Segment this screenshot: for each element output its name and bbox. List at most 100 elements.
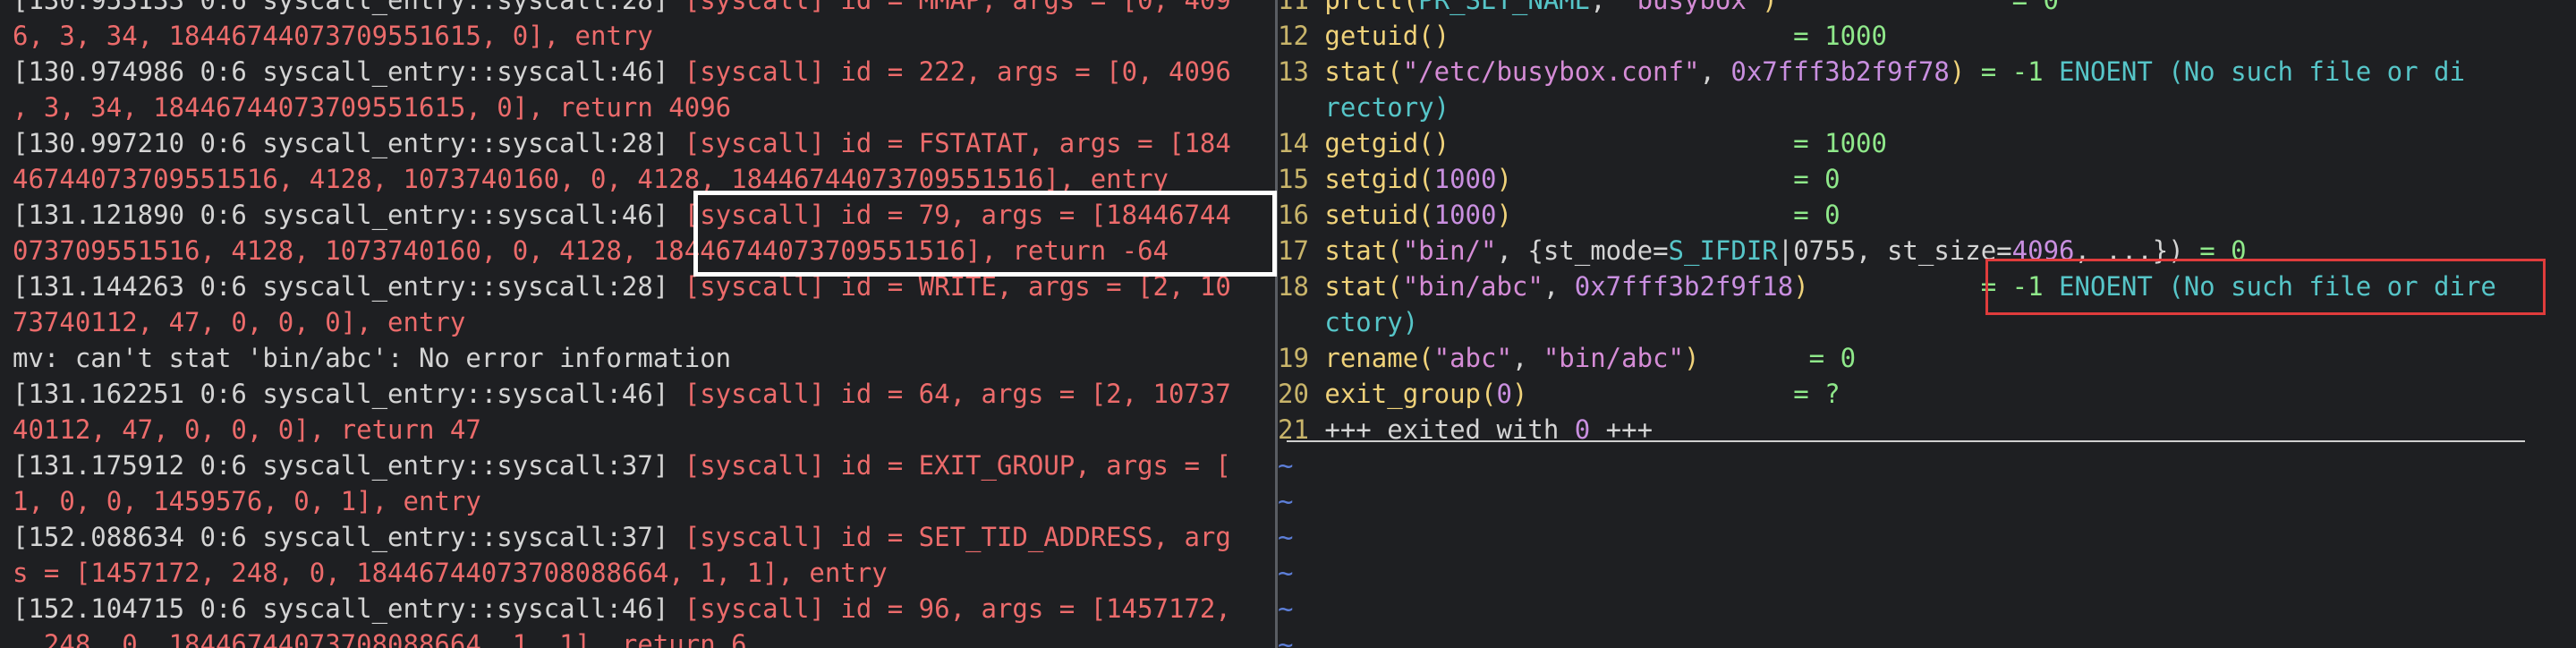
text-segment: [syscall] id = SET_TID_ADDRESS, arg: [684, 522, 1231, 552]
text-segment: exit_group(: [1324, 379, 1497, 409]
text-segment: [syscall] id = 64, args = [2, 10737: [684, 379, 1231, 409]
text-segment: getgid(): [1324, 128, 1450, 158]
text-segment: 18: [1278, 271, 1325, 302]
text-segment: ): [1762, 0, 1778, 15]
text-segment: ENOENT (No such file or di: [2059, 56, 2465, 87]
text-segment: [131.162251 0:6 syscall_entry::syscall:4…: [13, 379, 684, 409]
text-segment: = 0: [1511, 200, 1841, 230]
text-segment: ): [1793, 271, 1809, 302]
text-segment: rename(: [1324, 343, 1434, 373]
text-segment: [syscall] id = FSTATAT, args = [184: [684, 128, 1231, 158]
log-line: 1, 0, 0, 1459576, 0, 1], entry: [13, 483, 481, 519]
text-segment: 0x7fff3b2f9f18: [1574, 271, 1794, 302]
text-segment: 1000: [1433, 200, 1497, 230]
text-segment: ,: [1699, 56, 1731, 87]
log-line: , 248, 0, 18446744073708088664, 1, 1], r…: [13, 627, 747, 648]
text-segment: 17: [1278, 235, 1325, 266]
text-segment: rectory): [1324, 92, 1450, 123]
text-segment: = 1000: [1450, 21, 1887, 51]
text-segment: 12: [1278, 21, 1325, 51]
text-segment: ,: [1511, 343, 1543, 373]
text-segment: ): [1496, 164, 1512, 194]
text-segment: [1278, 92, 1324, 123]
log-line: mv: can't stat 'bin/abc': No error infor…: [13, 340, 731, 376]
log-line: [131.162251 0:6 syscall_entry::syscall:4…: [13, 376, 1231, 412]
text-segment: |0755, st_size=: [1777, 235, 2012, 266]
text-segment: ctory): [1324, 307, 1419, 337]
log-line: [152.088634 0:6 syscall_entry::syscall:3…: [13, 519, 1231, 555]
log-line: [130.953133 0:6 syscall_entry::syscall:2…: [13, 0, 1231, 18]
text-segment: ,: [1543, 271, 1575, 302]
text-segment: getuid(): [1324, 21, 1450, 51]
text-segment: "bin/abc": [1402, 271, 1543, 302]
editor-line: 15 setgid(1000) = 0: [1278, 161, 1841, 197]
text-segment: 0: [1496, 379, 1512, 409]
editor-line: 12 getuid() = 1000: [1278, 18, 1887, 54]
text-segment: prctl(: [1324, 0, 1419, 15]
text-segment: stat(: [1324, 271, 1403, 302]
text-segment: 14: [1278, 128, 1325, 158]
text-segment: 0x7fff3b2f9f78: [1730, 56, 1950, 87]
editor-line: ~: [1278, 591, 1293, 627]
editor-line: 14 getgid() = 1000: [1278, 125, 1887, 161]
text-segment: 40112, 47, 0, 0, 0], return 47: [13, 414, 481, 445]
highlight-box-syscall-79: [693, 191, 1277, 277]
text-segment: 1000: [1433, 164, 1497, 194]
text-segment: "bin/abc": [1543, 343, 1684, 373]
editor-line: ~: [1278, 483, 1293, 519]
text-segment: [1278, 307, 1324, 337]
text-segment: = 0: [1777, 0, 2060, 15]
log-line: 73740112, 47, 0, 0, 0], entry: [13, 304, 465, 340]
editor-line: ~: [1278, 627, 1293, 648]
text-segment: 20: [1278, 379, 1325, 409]
log-line: 6, 3, 34, 18446744073709551615, 0], entr…: [13, 18, 653, 54]
text-segment: 16: [1278, 200, 1325, 230]
editor-line: ~: [1278, 519, 1293, 555]
text-segment: ): [1683, 343, 1700, 373]
text-segment: mv: can't stat 'bin/abc': No error infor…: [13, 343, 732, 373]
text-segment: [131.144263 0:6 syscall_entry::syscall:2…: [13, 271, 684, 302]
text-segment: ): [1511, 379, 1528, 409]
text-segment: S_IFDIR: [1668, 235, 1778, 266]
log-line: [131.175912 0:6 syscall_entry::syscall:3…: [13, 448, 1231, 483]
text-segment: = -1: [1980, 56, 2060, 87]
text-segment: [syscall] id = MMAP, args = [0, 409: [684, 0, 1231, 15]
highlight-box-enoent: [1985, 259, 2546, 315]
text-segment: , 248, 0, 18446744073708088664, 1, 1], r…: [13, 629, 747, 648]
log-line: s = [1457172, 248, 0, 184467440737080886…: [13, 555, 888, 591]
left-terminal-pane[interactable]: [130.953133 0:6 syscall_entry::syscall:2…: [0, 0, 1275, 648]
text-segment: [syscall] id = EXIT_GROUP, args = [: [684, 450, 1231, 481]
log-line: [152.104715 0:6 syscall_entry::syscall:4…: [13, 591, 1231, 627]
log-line: [130.997210 0:6 syscall_entry::syscall:2…: [13, 125, 1231, 161]
text-segment: [130.974986 0:6 syscall_entry::syscall:4…: [13, 56, 684, 87]
text-segment: PR_SET_NAME: [1418, 0, 1591, 15]
editor-line: 13 stat("/etc/busybox.conf", 0x7fff3b2f9…: [1278, 54, 2465, 90]
log-line: [130.974986 0:6 syscall_entry::syscall:4…: [13, 54, 1231, 90]
text-segment: 46744073709551516, 4128, 1073740160, 0, …: [13, 164, 1169, 194]
text-segment: [131.175912 0:6 syscall_entry::syscall:3…: [13, 450, 684, 481]
text-segment: ): [1496, 200, 1512, 230]
editor-line: 16 setuid(1000) = 0: [1278, 197, 1841, 233]
editor-line: ~: [1278, 555, 1293, 591]
text-segment: 19: [1278, 343, 1325, 373]
text-segment: s = [1457172, 248, 0, 184467440737080886…: [13, 558, 888, 588]
text-segment: stat(: [1324, 56, 1403, 87]
text-segment: [130.953133 0:6 syscall_entry::syscall:2…: [13, 0, 684, 15]
text-segment: , 3, 34, 18446744073709551615, 0], retur…: [13, 92, 732, 123]
text-segment: stat(: [1324, 235, 1403, 266]
text-segment: [131.121890 0:6 syscall_entry::syscall:4…: [13, 200, 684, 230]
text-segment: setgid(: [1324, 164, 1434, 194]
text-segment: , {st_mode=: [1496, 235, 1669, 266]
right-editor-pane[interactable]: 11 prctl(PR_SET_NAME, "busybox") = 0 12 g…: [1278, 0, 2576, 648]
text-segment: = 0: [1511, 164, 1841, 194]
text-segment: ~: [1278, 593, 1294, 624]
text-segment: 6, 3, 34, 18446744073709551615, 0], entr…: [13, 21, 653, 51]
text-segment: [130.997210 0:6 syscall_entry::syscall:2…: [13, 128, 684, 158]
text-segment: ~: [1278, 522, 1294, 552]
editor-line: 11 prctl(PR_SET_NAME, "busybox") = 0: [1278, 0, 2059, 18]
editor-line: ctory): [1278, 304, 1418, 340]
text-segment: 15: [1278, 164, 1325, 194]
text-segment: ~: [1278, 450, 1294, 481]
text-segment: ~: [1278, 558, 1294, 588]
log-line: , 3, 34, 18446744073709551615, 0], retur…: [13, 90, 731, 125]
